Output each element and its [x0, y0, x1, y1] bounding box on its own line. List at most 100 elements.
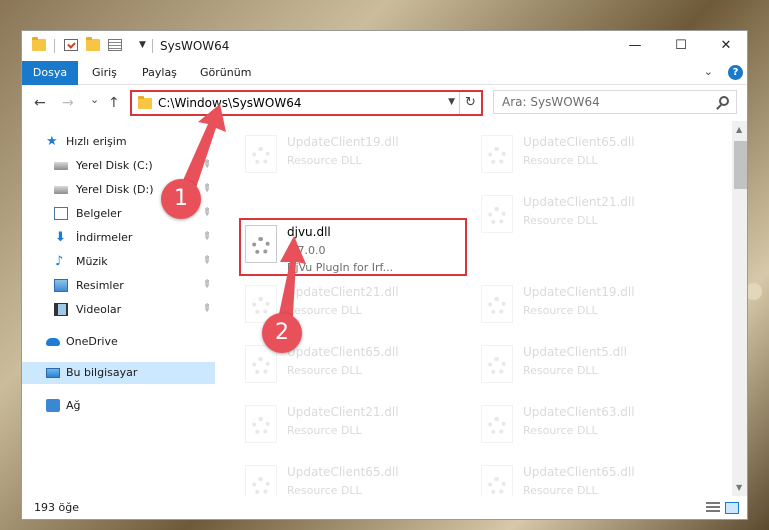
- file-tile[interactable]: UpdateClient65.dll Resource DLL: [475, 457, 705, 496]
- pin-icon: ✎: [199, 301, 214, 316]
- dll-file-icon: [481, 405, 513, 443]
- address-path[interactable]: C:\Windows\SysWOW64: [158, 96, 302, 110]
- pictures-icon: [54, 279, 68, 292]
- sidebar-item-downloads[interactable]: ⬇ İndirmeler ✎: [22, 227, 215, 249]
- file-tile[interactable]: UpdateClient63.dll Resource DLL: [475, 397, 705, 457]
- chevron-down-icon[interactable]: ▼: [448, 97, 455, 107]
- file-name: UpdateClient65.dll: [523, 465, 635, 479]
- gear-icon: [252, 477, 270, 495]
- sidebar-item-disk-c[interactable]: Yerel Disk (C:) ✎: [22, 155, 215, 177]
- scrollbar-thumb[interactable]: [734, 141, 747, 189]
- file-type: Resource DLL: [287, 304, 362, 317]
- file-type: Resource DLL: [523, 424, 598, 437]
- maximize-button[interactable]: ☐: [658, 31, 704, 61]
- dll-file-icon: [245, 465, 277, 496]
- new-folder-icon[interactable]: [86, 37, 100, 51]
- star-icon: ★: [46, 134, 58, 149]
- file-type: Resource DLL: [287, 364, 362, 377]
- minimize-button[interactable]: —: [612, 31, 658, 61]
- dll-file-icon: [481, 195, 513, 233]
- tab-share[interactable]: Paylaş: [132, 61, 187, 85]
- navigation-pane: ★ Hızlı erişim Yerel Disk (C:) ✎ Yerel D…: [22, 121, 215, 496]
- music-icon: ♪: [55, 254, 64, 269]
- gear-icon: [488, 147, 506, 165]
- file-type: Resource DLL: [523, 364, 598, 377]
- pin-icon: ✎: [199, 157, 214, 172]
- file-type: Resource DLL: [287, 424, 362, 437]
- title-separator: [152, 39, 153, 53]
- cloud-icon: [46, 338, 60, 346]
- tab-view[interactable]: Görünüm: [190, 61, 261, 85]
- up-button[interactable]: ↑: [108, 95, 120, 111]
- gear-icon: [252, 417, 270, 435]
- file-type: Resource DLL: [287, 154, 362, 167]
- folder-icon: [32, 37, 46, 51]
- file-tile[interactable]: UpdateClient19.dll Resource DLL: [475, 277, 705, 337]
- recent-locations-button[interactable]: ⌄: [90, 93, 99, 106]
- status-bar: 193 öğe: [22, 496, 747, 519]
- file-name: UpdateClient65.dll: [287, 345, 399, 359]
- gear-icon: [488, 417, 506, 435]
- file-type: Resource DLL: [523, 214, 598, 227]
- file-type: Resource DLL: [523, 304, 598, 317]
- gear-icon: [488, 207, 506, 225]
- gear-icon: [252, 147, 270, 165]
- file-name: UpdateClient65.dll: [287, 465, 399, 479]
- file-name: UpdateClient21.dll: [523, 195, 635, 209]
- refresh-button[interactable]: ↻: [459, 92, 481, 114]
- videos-icon: [54, 303, 68, 316]
- file-tile[interactable]: UpdateClient5.dll Resource DLL: [475, 337, 705, 397]
- file-tile[interactable]: UpdateClient21.dll Resource DLL: [475, 187, 705, 247]
- tab-file[interactable]: Dosya: [22, 61, 78, 85]
- sidebar-item-this-pc[interactable]: Bu bilgisayar: [22, 362, 215, 384]
- file-name: UpdateClient21.dll: [287, 405, 399, 419]
- ribbon-expand-icon[interactable]: ⌄: [704, 65, 713, 78]
- address-bar[interactable]: C:\Windows\SysWOW64 ▼ ↻: [130, 90, 483, 116]
- pin-icon: ✎: [199, 205, 214, 220]
- title-bar: ▼ SysWOW64 — ☐ ✕: [22, 31, 747, 61]
- file-explorer-window: ▼ SysWOW64 — ☐ ✕ Dosya Giriş Paylaş Görü…: [21, 30, 748, 520]
- sidebar-item-label: İndirmeler: [76, 231, 133, 244]
- sidebar-item-videos[interactable]: Videolar ✎: [22, 299, 215, 321]
- scroll-up-icon[interactable]: ▲: [736, 125, 742, 134]
- search-icon[interactable]: [719, 96, 729, 106]
- scroll-down-icon[interactable]: ▼: [736, 483, 742, 492]
- forward-button[interactable]: →: [62, 95, 74, 111]
- dll-file-icon: [245, 405, 277, 443]
- ribbon-tabs: Dosya Giriş Paylaş Görünüm ⌄ ?: [22, 61, 747, 85]
- sidebar-item-label: Müzik: [76, 255, 108, 268]
- search-box[interactable]: Ara: SysWOW64: [493, 90, 737, 114]
- tab-home[interactable]: Giriş: [82, 61, 127, 85]
- sidebar-item-quick-access[interactable]: ★ Hızlı erişim: [22, 131, 215, 153]
- file-name: UpdateClient65.dll: [523, 135, 635, 149]
- sidebar-item-pictures[interactable]: Resimler ✎: [22, 275, 215, 297]
- file-highlight-box: [239, 218, 467, 276]
- sidebar-item-network[interactable]: Ağ: [22, 395, 215, 417]
- sidebar-item-onedrive[interactable]: OneDrive: [22, 331, 215, 353]
- file-tile[interactable]: UpdateClient21.dll Resource DLL: [239, 397, 469, 457]
- quick-access-dropdown-icon[interactable]: ▼: [139, 40, 146, 50]
- window-title: SysWOW64: [160, 39, 230, 53]
- network-icon: [46, 399, 60, 412]
- documents-icon: [54, 207, 68, 220]
- vertical-scrollbar[interactable]: ▲ ▼: [732, 121, 747, 496]
- gear-icon: [488, 297, 506, 315]
- search-input[interactable]: Ara: SysWOW64: [502, 95, 600, 109]
- properties-check-icon[interactable]: [64, 39, 78, 51]
- gear-icon: [488, 477, 506, 495]
- file-tile[interactable]: UpdateClient19.dll Resource DLL: [239, 127, 469, 187]
- dll-file-icon: [245, 135, 277, 173]
- navigation-bar: ← → ⌄ ↑ C:\Windows\SysWOW64 ▼ ↻ Ara: Sys…: [22, 85, 747, 121]
- customize-toolbar-icon[interactable]: [108, 39, 122, 51]
- sidebar-item-label: Yerel Disk (D:): [76, 183, 154, 196]
- sidebar-item-music[interactable]: ♪ Müzik ✎: [22, 251, 215, 273]
- file-tile[interactable]: UpdateClient65.dll Resource DLL: [239, 457, 469, 496]
- tiles-view-icon[interactable]: [725, 502, 739, 514]
- sidebar-item-label: Ağ: [66, 399, 81, 412]
- sidebar-item-label: Yerel Disk (C:): [76, 159, 153, 172]
- back-button[interactable]: ←: [34, 95, 46, 111]
- help-icon[interactable]: ?: [728, 65, 743, 80]
- details-view-icon[interactable]: [706, 502, 720, 514]
- close-button[interactable]: ✕: [703, 31, 747, 61]
- file-tile[interactable]: UpdateClient65.dll Resource DLL: [475, 127, 705, 187]
